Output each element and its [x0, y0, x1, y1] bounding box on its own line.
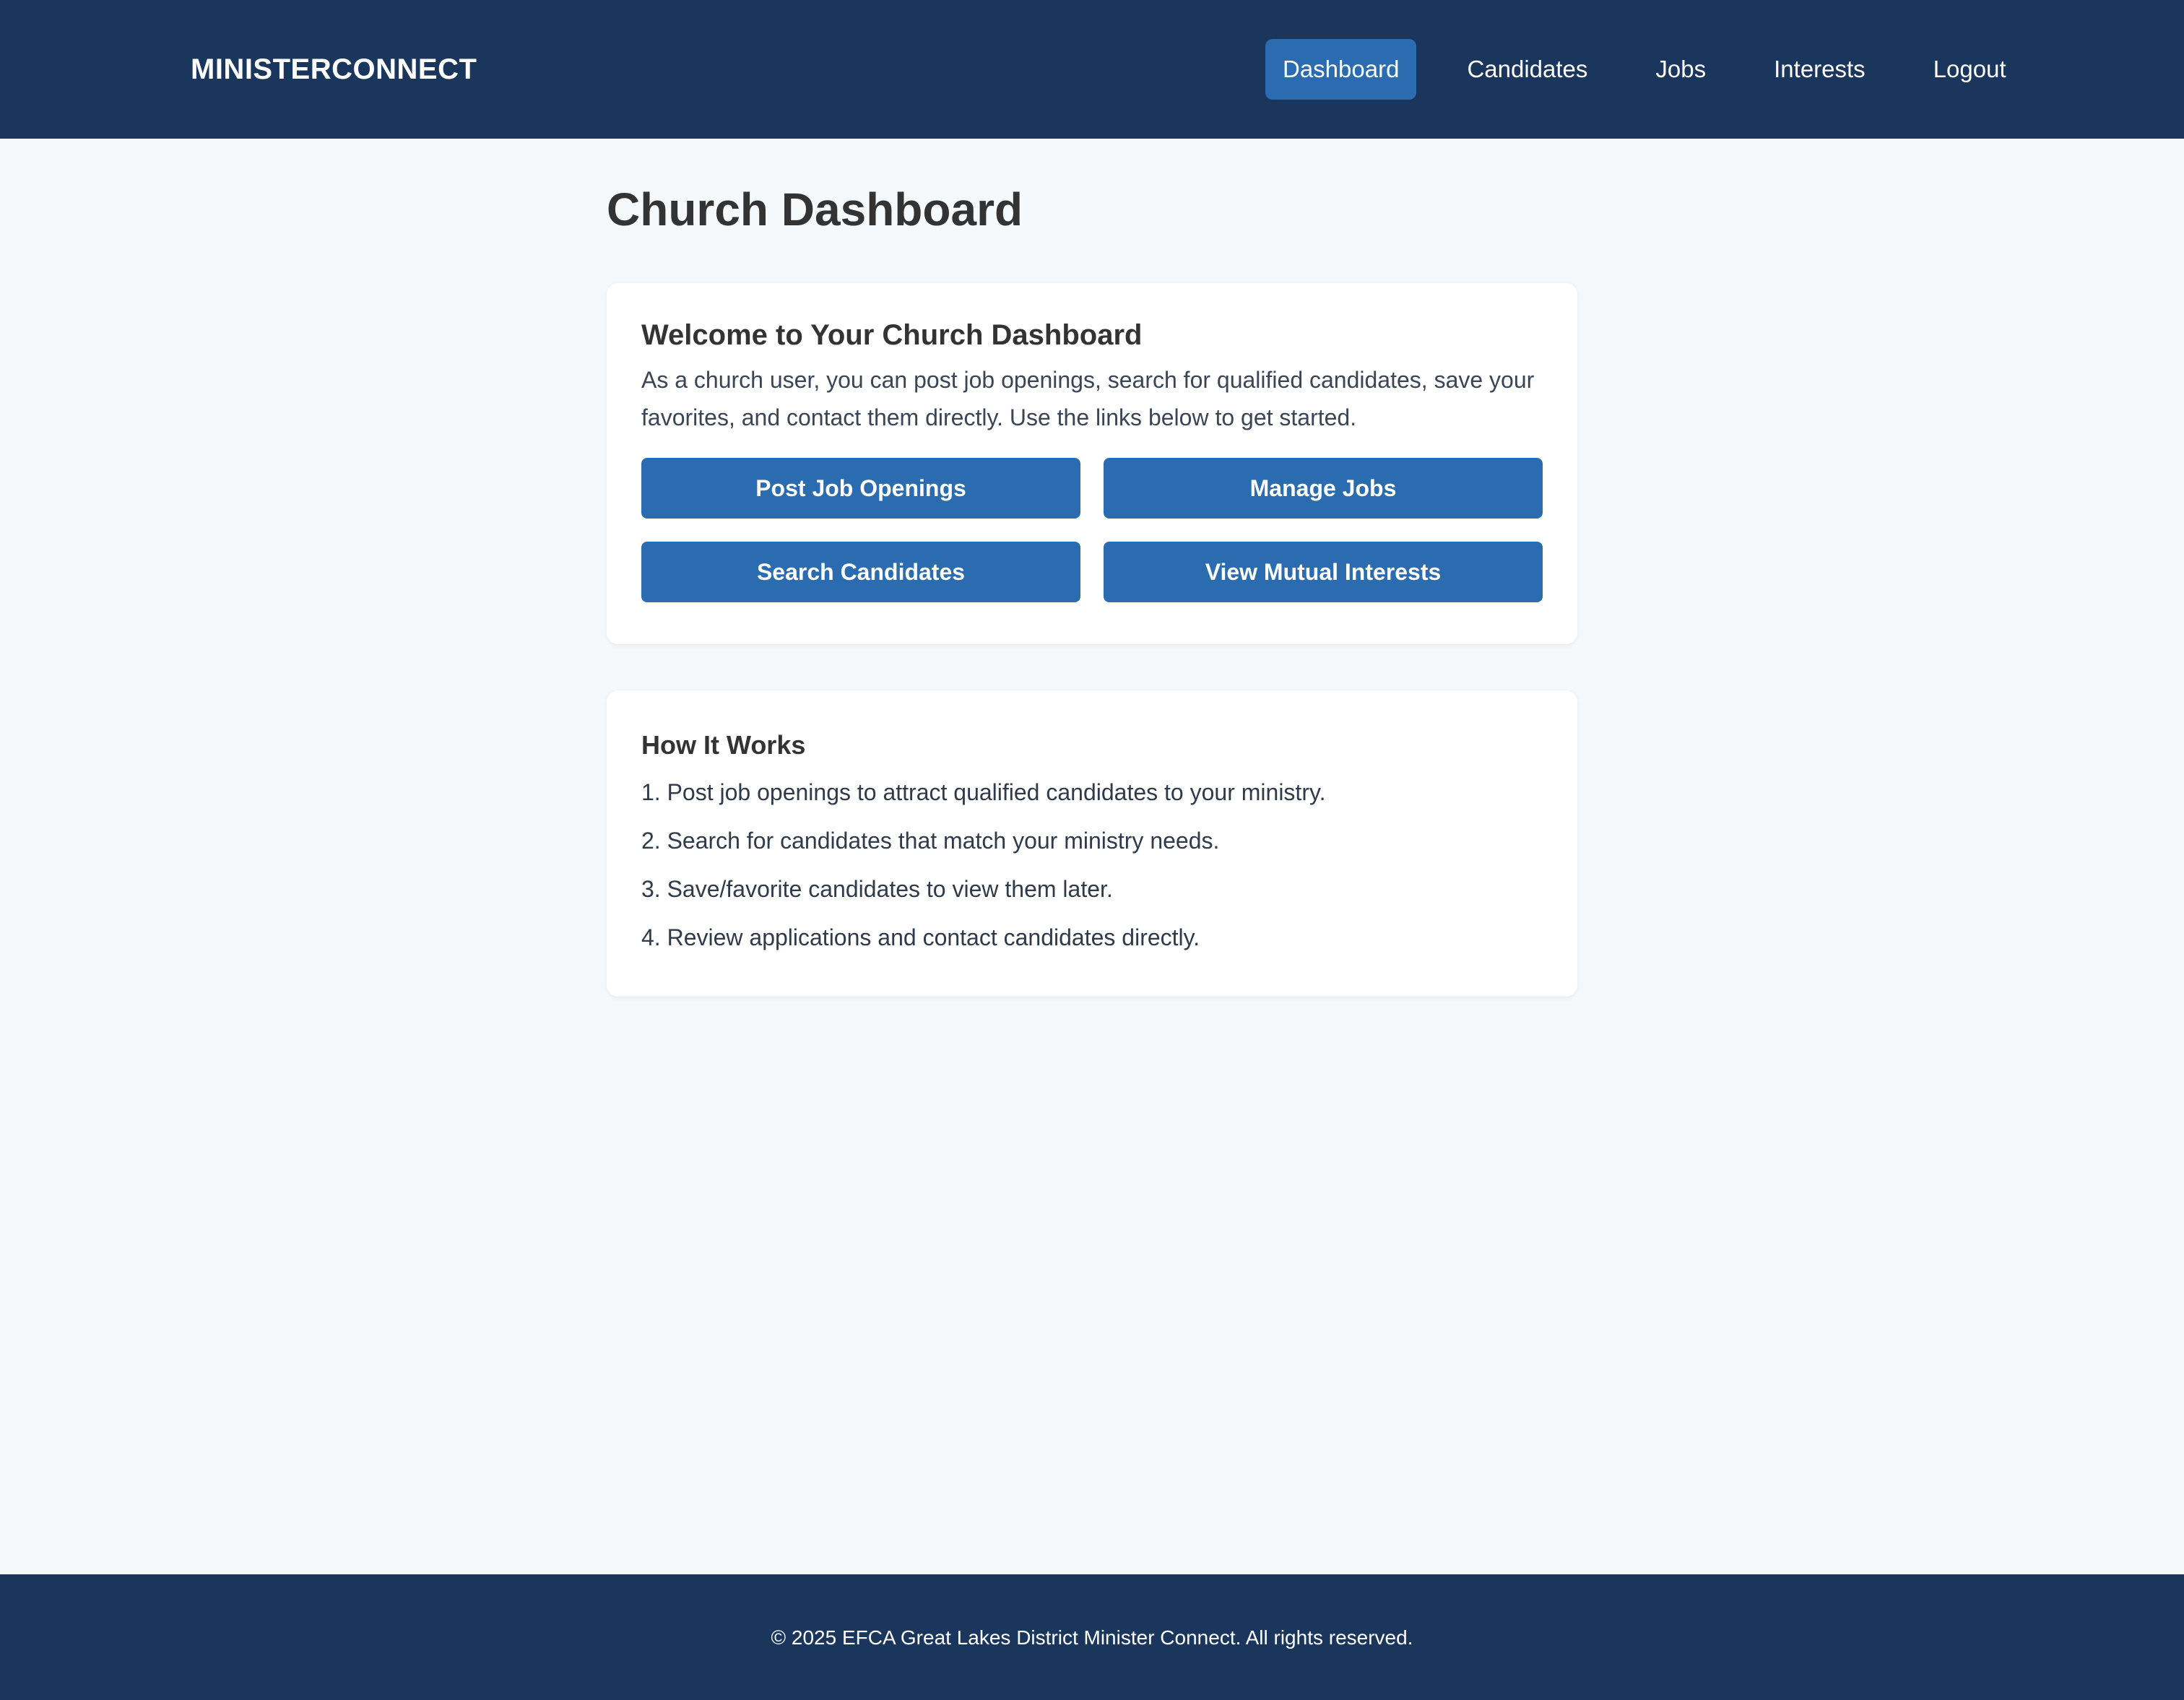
nav-interests[interactable]: Interests	[1756, 39, 1883, 100]
nav-candidates[interactable]: Candidates	[1450, 39, 1605, 100]
page-title: Church Dashboard	[607, 183, 1023, 235]
nav-logout[interactable]: Logout	[1916, 39, 2024, 100]
step-item: 4. Review applications and contact candi…	[641, 924, 1200, 951]
page-footer: © 2025 EFCA Great Lakes District Ministe…	[0, 1574, 2184, 1700]
how-it-works-card: How It Works 1. Post job openings to att…	[607, 690, 1577, 997]
action-buttons: Post Job Openings Manage Jobs Search Can…	[641, 458, 1543, 602]
nav-dashboard[interactable]: Dashboard	[1265, 39, 1417, 100]
brand-logo[interactable]: MINISTERCONNECT	[191, 48, 477, 91]
post-job-openings-button[interactable]: Post Job Openings	[641, 458, 1080, 519]
nav-jobs[interactable]: Jobs	[1638, 39, 1723, 100]
search-candidates-button[interactable]: Search Candidates	[641, 542, 1080, 602]
copyright-text: © 2025 EFCA Great Lakes District Ministe…	[771, 1626, 1413, 1649]
step-item: 2. Search for candidates that match your…	[641, 828, 1220, 854]
steps-list: 1. Post job openings to attract qualifie…	[641, 776, 1543, 953]
main-nav: Dashboard Candidates Jobs Interests Logo…	[1265, 39, 2024, 100]
manage-jobs-button[interactable]: Manage Jobs	[1104, 458, 1543, 519]
welcome-title: Welcome to Your Church Dashboard	[641, 319, 1143, 351]
welcome-description: As a church user, you can post job openi…	[641, 367, 1535, 430]
welcome-card: Welcome to Your Church Dashboard As a ch…	[607, 283, 1577, 644]
view-mutual-interests-button[interactable]: View Mutual Interests	[1104, 542, 1543, 602]
how-it-works-title: How It Works	[641, 730, 806, 760]
top-navbar: MINISTERCONNECT Dashboard Candidates Job…	[0, 0, 2184, 139]
step-item: 1. Post job openings to attract qualifie…	[641, 779, 1326, 806]
step-item: 3. Save/favorite candidates to view them…	[641, 876, 1113, 903]
